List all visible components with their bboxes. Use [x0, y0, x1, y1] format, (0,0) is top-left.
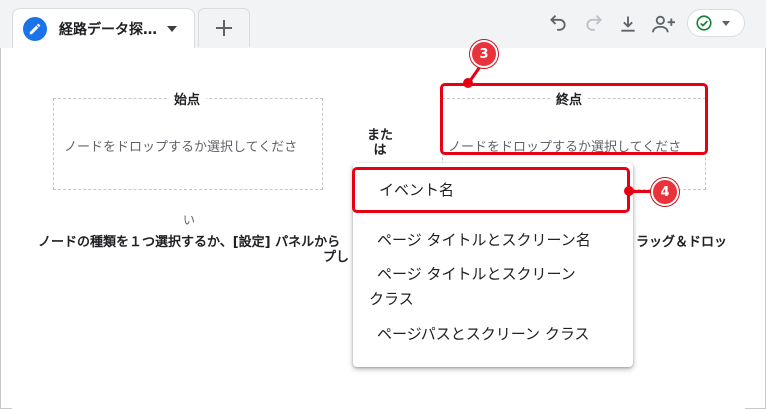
- callout-step-4: 4: [651, 178, 679, 206]
- share-button[interactable]: [650, 12, 678, 36]
- chevron-down-icon[interactable]: [167, 25, 177, 32]
- share-user-icon: [652, 15, 675, 33]
- start-node-hint: ノードをドロップするか選択してくださ: [64, 140, 298, 155]
- connector-line1: また: [366, 128, 393, 143]
- hint-wrap-text: い: [183, 213, 196, 227]
- redo-button[interactable]: [582, 12, 606, 36]
- exploration-tab[interactable]: 経路データ探…: [12, 8, 195, 48]
- connector-line2: は: [373, 143, 387, 158]
- instructions-line1-right: ラッグ＆ドロッ: [636, 235, 728, 250]
- check-circle-icon: [696, 15, 712, 31]
- undo-icon: [550, 15, 566, 31]
- redo-icon: [586, 15, 602, 31]
- plus-icon: [216, 20, 232, 36]
- download-icon: [621, 16, 635, 32]
- status-menu[interactable]: [687, 9, 745, 37]
- pencil-icon[interactable]: [23, 16, 47, 41]
- chevron-down-icon: [722, 20, 730, 26]
- tab-title: 経路データ探…: [59, 21, 157, 38]
- callout-4-anchor: [624, 186, 634, 196]
- instructions-line2: プし: [323, 250, 350, 265]
- top-bar: 経路データ探…: [0, 0, 766, 48]
- menu-item-label-line1: ページ タイトルとスクリーン: [377, 265, 576, 283]
- add-tab-button[interactable]: [198, 8, 250, 47]
- undo-button[interactable]: [546, 12, 570, 36]
- menu-item-page-title-screen-class[interactable]: ページ タイトルとスクリーン クラス: [369, 262, 576, 312]
- menu-item-page-title-screen-name[interactable]: ページ タイトルとスクリーン名: [377, 228, 591, 253]
- callout-step-3: 3: [470, 40, 498, 68]
- highlight-event-name: [352, 167, 630, 213]
- menu-item-label-line2: クラス: [369, 290, 414, 308]
- download-button[interactable]: [616, 12, 640, 36]
- start-node-label: 始点: [168, 89, 207, 108]
- highlight-end-node: [440, 83, 708, 155]
- callout-3-anchor: [463, 78, 473, 88]
- menu-item-page-path-screen-class[interactable]: ページパスとスクリーン クラス: [377, 322, 590, 347]
- instructions-line1-left: ノードの種類を１つ選択するか、[設定] パネルから: [38, 235, 341, 250]
- connector-text: また は: [360, 128, 400, 158]
